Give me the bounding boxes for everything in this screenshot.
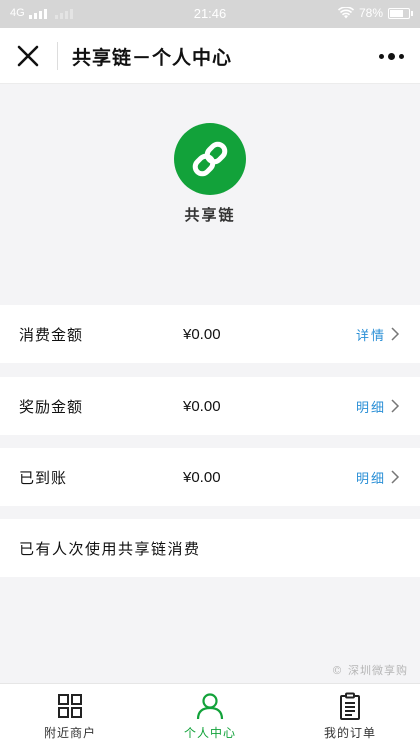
detail-link[interactable]: 明细 [356, 397, 386, 416]
row-label: 已到账 [19, 468, 68, 487]
tab-label: 我的订单 [323, 726, 376, 740]
tab-personal-center[interactable]: 个人中心 [140, 684, 280, 747]
row-consumption: 消费金额 ¥0.00 详情 [0, 305, 420, 363]
battery-level [390, 9, 404, 17]
more-dot [398, 53, 404, 59]
row-label: 消费金额 [19, 325, 84, 344]
tab-my-orders[interactable]: 我的订单 [280, 684, 420, 747]
link-icon [192, 141, 228, 177]
row-value: ¥0.00 [183, 325, 221, 343]
nav-divider [57, 42, 58, 70]
close-button[interactable] [14, 42, 42, 70]
chevron-right-icon[interactable] [390, 469, 400, 485]
brand-name: 共享链 [184, 206, 236, 224]
usage-notice: 已有人次使用共享链消费 [0, 519, 420, 577]
row-value: ¥0.00 [183, 397, 221, 415]
more-button[interactable] [376, 42, 406, 70]
tab-label: 附近商户 [43, 726, 96, 740]
battery-percent: 78% [358, 6, 383, 20]
close-icon [17, 45, 39, 67]
row-label: 奖励金额 [19, 397, 84, 416]
clipboard-icon [340, 692, 360, 720]
usage-notice-text: 已有人次使用共享链消费 [19, 540, 201, 558]
status-bar: 4G 21:46 78% [0, 0, 420, 28]
chevron-right-icon[interactable] [390, 398, 400, 414]
profile-header: 共享链 [0, 84, 420, 300]
copyright-text: © 深圳微享购 [331, 664, 408, 677]
row-value: ¥0.00 [183, 468, 221, 486]
user-icon [196, 693, 224, 720]
brand-logo [174, 123, 246, 195]
details-link[interactable]: 详情 [356, 325, 386, 344]
wifi-icon [337, 7, 354, 19]
row-reward: 奖励金额 ¥0.00 明细 [0, 377, 420, 435]
row-received: 已到账 ¥0.00 明细 [0, 448, 420, 506]
grid-icon [58, 694, 82, 718]
more-dot [387, 52, 395, 60]
detail-link[interactable]: 明细 [356, 468, 386, 487]
page-title: 共享链－个人中心 [72, 47, 233, 69]
battery-icon [388, 7, 413, 19]
more-dot [378, 53, 384, 59]
nav-bar: 共享链－个人中心 [0, 28, 420, 84]
chevron-right-icon[interactable] [390, 326, 400, 342]
tab-label: 个人中心 [183, 726, 236, 740]
tab-nearby-merchants[interactable]: 附近商户 [0, 684, 140, 747]
tab-bar: 附近商户 个人中心 我的订单 [0, 683, 420, 747]
